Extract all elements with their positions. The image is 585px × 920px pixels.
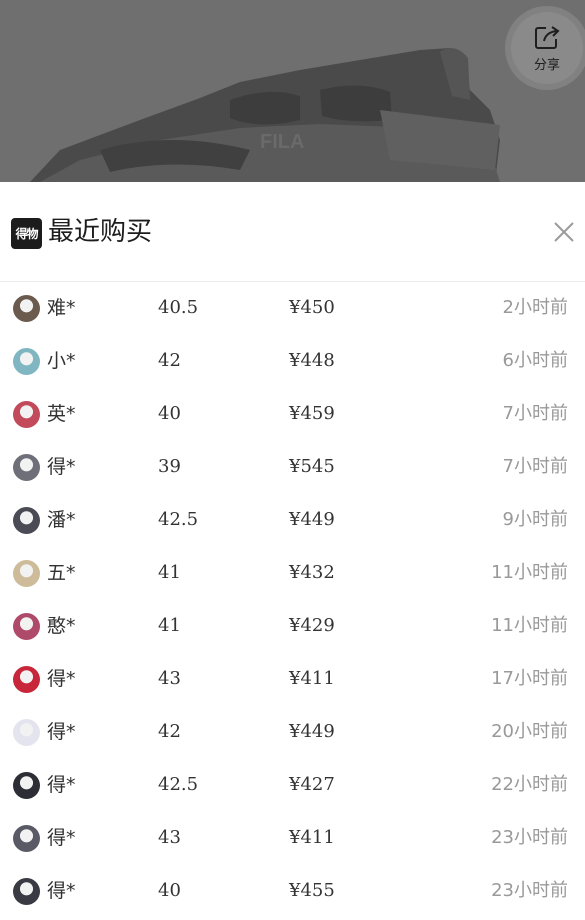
shoe-size: 42 <box>158 721 181 742</box>
purchase-time: 23小时前 <box>491 827 568 848</box>
purchase-price: ¥429 <box>289 615 335 636</box>
purchase-row: 得* 40 ¥455 23小时前 <box>0 865 585 918</box>
purchase-time: 11小时前 <box>491 562 568 583</box>
buyer-name: 得* <box>47 456 76 478</box>
purchase-row: 英* 40 ¥459 7小时前 <box>0 388 585 441</box>
product-image: FILA 分享 <box>0 0 585 182</box>
shoe-size: 43 <box>158 668 181 689</box>
buyer-name: 得* <box>47 668 76 690</box>
sheet-title: 最近购买 <box>48 217 153 247</box>
purchase-list: 难* 40.5 ¥450 2小时前 小* 42 ¥448 6小时前 英* 40 ¥459 7小时前 得*… <box>0 282 585 918</box>
purchase-row: 憨* 41 ¥429 11小时前 <box>0 600 585 653</box>
purchase-price: ¥459 <box>289 403 335 424</box>
purchase-time: 23小时前 <box>491 880 568 901</box>
buyer-name: 小* <box>47 350 76 372</box>
purchase-row: 得* 42 ¥449 20小时前 <box>0 706 585 759</box>
purchase-price: ¥545 <box>289 456 335 477</box>
shoe-size: 42.5 <box>158 509 199 530</box>
buyer-name: 得* <box>47 880 76 902</box>
purchase-time: 22小时前 <box>491 774 568 795</box>
sheet-header: 得物 最近购买 <box>0 182 585 282</box>
shoe-size: 42.5 <box>158 774 199 795</box>
purchase-row: 五* 41 ¥432 11小时前 <box>0 547 585 600</box>
buyer-name: 潘* <box>47 509 76 531</box>
close-icon[interactable] <box>552 220 576 244</box>
avatar[interactable] <box>13 560 40 587</box>
avatar[interactable] <box>13 401 40 428</box>
buyer-name: 得* <box>47 827 76 849</box>
shoe-size: 41 <box>158 615 181 636</box>
shoe-size: 43 <box>158 827 181 848</box>
avatar[interactable] <box>13 878 40 905</box>
avatar[interactable] <box>13 348 40 375</box>
purchase-price: ¥449 <box>289 509 335 530</box>
purchase-row: 得* 43 ¥411 17小时前 <box>0 653 585 706</box>
purchase-time: 20小时前 <box>491 721 568 742</box>
purchase-price: ¥448 <box>289 350 335 371</box>
purchase-price: ¥427 <box>289 774 335 795</box>
buyer-name: 难* <box>47 297 76 319</box>
purchase-time: 9小时前 <box>502 509 568 530</box>
avatar[interactable] <box>13 825 40 852</box>
shoe-image: FILA <box>30 48 500 182</box>
buyer-name: 憨* <box>47 615 76 637</box>
svg-text:FILA: FILA <box>260 131 304 153</box>
avatar[interactable] <box>13 772 40 799</box>
avatar[interactable] <box>13 454 40 481</box>
purchase-time: 2小时前 <box>502 297 568 318</box>
share-icon <box>535 25 560 49</box>
shoe-size: 40 <box>158 880 181 901</box>
purchase-row: 得* 42.5 ¥427 22小时前 <box>0 759 585 812</box>
shoe-size: 41 <box>158 562 181 583</box>
purchase-time: 6小时前 <box>502 350 568 371</box>
purchase-time: 11小时前 <box>491 615 568 636</box>
purchase-row: 得* 39 ¥545 7小时前 <box>0 441 585 494</box>
buyer-name: 五* <box>47 562 76 584</box>
share-button[interactable]: 分享 <box>511 12 583 84</box>
avatar[interactable] <box>13 613 40 640</box>
purchase-time: 17小时前 <box>491 668 568 689</box>
avatar[interactable] <box>13 719 40 746</box>
recent-purchases-sheet: 得物 最近购买 难* 40.5 ¥450 2小时前小* 42 ¥448 6小时前英* 40 ¥4… <box>0 182 585 920</box>
purchase-price: ¥450 <box>289 297 335 318</box>
brand-logo-icon: 得物 <box>11 218 42 249</box>
purchase-row: 难* 40.5 ¥450 2小时前 <box>0 282 585 335</box>
purchase-price: ¥449 <box>289 721 335 742</box>
purchase-time: 7小时前 <box>502 403 568 424</box>
purchase-row: 小* 42 ¥448 6小时前 <box>0 335 585 388</box>
purchase-price: ¥455 <box>289 880 335 901</box>
share-label: 分享 <box>533 57 560 73</box>
purchase-price: ¥411 <box>289 827 335 848</box>
buyer-name: 得* <box>47 774 76 796</box>
purchase-price: ¥432 <box>289 562 335 583</box>
shoe-size: 40 <box>158 403 181 424</box>
buyer-name: 得* <box>47 721 76 743</box>
avatar[interactable] <box>13 666 40 693</box>
buyer-name: 英* <box>47 403 76 425</box>
avatar[interactable] <box>13 507 40 534</box>
purchase-price: ¥411 <box>289 668 335 689</box>
shoe-size: 40.5 <box>158 297 199 318</box>
purchase-row: 潘* 42.5 ¥449 9小时前 <box>0 494 585 547</box>
purchase-time: 7小时前 <box>502 456 568 477</box>
avatar[interactable] <box>13 295 40 322</box>
shoe-size: 39 <box>158 456 181 477</box>
purchase-row: 得* 43 ¥411 23小时前 <box>0 812 585 865</box>
shoe-size: 42 <box>158 350 181 371</box>
